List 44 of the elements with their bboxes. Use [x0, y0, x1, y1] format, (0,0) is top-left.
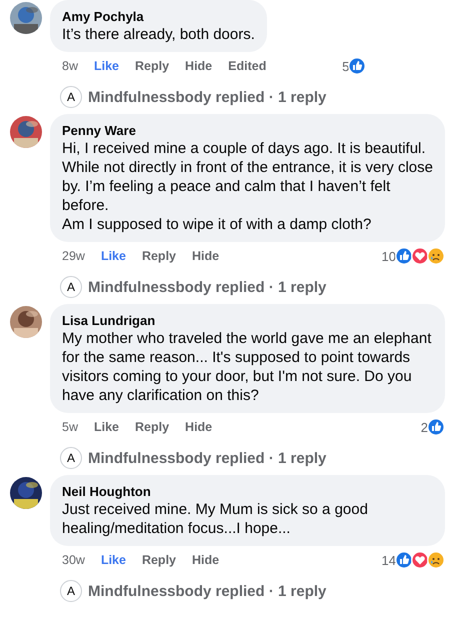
- timestamp: 30w: [62, 553, 85, 567]
- action-link[interactable]: Edited: [228, 59, 266, 73]
- action-link[interactable]: Like: [100, 553, 126, 567]
- comment-text: Just received mine. My Mum is sick so a good healing/meditation focus...I hope...: [62, 500, 369, 538]
- page-avatar: A: [60, 86, 82, 108]
- reaction-count: 14: [382, 552, 396, 568]
- action-link[interactable]: Like: [94, 420, 119, 434]
- action-link[interactable]: Reply: [142, 249, 176, 263]
- action-link[interactable]: Reply: [135, 59, 170, 73]
- reaction-count: 10: [382, 248, 396, 264]
- sad-face-icon: [427, 247, 445, 265]
- reaction-count: 2: [420, 420, 428, 434]
- action-link[interactable]: Hide: [192, 249, 220, 263]
- sad-face-icon: [427, 551, 445, 569]
- comment-text: Am I supposed to wipe it of with a damp cloth?: [62, 215, 372, 234]
- replies-link[interactable]: Mindfulnessbody replied · 1 reply: [88, 450, 326, 466]
- comment-text: It’s there already, both doors.: [62, 25, 255, 44]
- action-link[interactable]: Hide: [192, 553, 220, 567]
- action-link[interactable]: Like: [100, 249, 126, 263]
- thumbs-up-icon: [395, 247, 413, 265]
- action-link[interactable]: Hide: [185, 420, 212, 434]
- replies-link[interactable]: Mindfulnessbody replied · 1 reply: [88, 582, 326, 600]
- thumbs-up-icon: [427, 418, 445, 436]
- action-link[interactable]: Reply: [135, 420, 170, 434]
- timestamp: 8w: [62, 59, 78, 73]
- thumbs-up-icon: [348, 57, 366, 75]
- thumbs-up-icon: [395, 551, 413, 569]
- timestamp: 5w: [62, 420, 78, 434]
- author-name: Neil Houghton: [62, 483, 152, 500]
- page-avatar: A: [60, 447, 82, 469]
- action-link[interactable]: Like: [94, 59, 119, 73]
- author-name: Amy Pochyla: [62, 8, 145, 25]
- replies-link[interactable]: Mindfulnessbody replied · 1 reply: [88, 278, 326, 296]
- timestamp: 29w: [62, 249, 85, 263]
- author-name: Penny Ware: [62, 122, 137, 139]
- comment-text: Hi, I received mine a couple of days ago. It is beautiful. While not directly in front of the entrance, it is very close by. I’m feeling a peace and calm that I haven’t felt before.: [62, 139, 433, 215]
- author-name: Lisa Lundrigan: [62, 312, 156, 329]
- page-avatar: A: [60, 580, 82, 602]
- page-avatar: A: [60, 276, 82, 298]
- action-link[interactable]: Reply: [142, 553, 176, 567]
- action-link[interactable]: Hide: [185, 59, 212, 73]
- comment-text: My mother who traveled the world gave me an elephant for the same reason... It's supposed to point towards visitors coming to your door, but I'm not sure. Do you have any clarification on this?: [62, 329, 432, 405]
- replies-link[interactable]: Mindfulnessbody replied · 1 reply: [88, 88, 326, 106]
- reaction-count: 5: [342, 58, 350, 74]
